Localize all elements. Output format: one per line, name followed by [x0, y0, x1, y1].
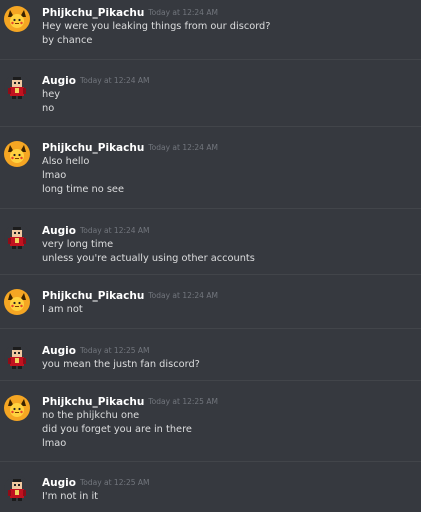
message-header: Augio Today at 12:25 AM: [42, 474, 150, 490]
chat-message-list: Phijkchu_Pikachu Today at 12:24 AM Hey wer…: [0, 0, 421, 512]
message-text: long time no see: [42, 184, 124, 195]
message-divider: [0, 380, 421, 381]
message-text: lmao: [42, 438, 67, 449]
pikachu-avatar-icon[interactable]: [4, 141, 30, 167]
augio-avatar-icon[interactable]: [4, 224, 30, 250]
message-text: no: [42, 103, 55, 114]
message-text: by chance: [42, 35, 93, 46]
message-divider: [0, 126, 421, 127]
message-divider: [0, 59, 421, 60]
timestamp: Today at 12:25 AM: [79, 346, 150, 355]
message-text: I'm not in it: [42, 491, 99, 502]
message-header: Phijkchu_Pikachu Today at 12:24 AM: [42, 139, 218, 155]
pikachu-avatar-icon[interactable]: [4, 6, 30, 32]
username[interactable]: Phijkchu_Pikachu: [42, 7, 144, 19]
timestamp: Today at 12:25 AM: [148, 397, 218, 406]
message-text: hey: [42, 89, 61, 100]
message-text: did you forget you are in there: [42, 424, 192, 435]
message-text: Also hello: [42, 156, 90, 167]
timestamp: Today at 12:24 AM: [148, 291, 218, 300]
timestamp: Today at 12:24 AM: [79, 76, 150, 85]
message-text: unless you're actually using other accou…: [42, 253, 255, 264]
message-header: Augio Today at 12:24 AM: [42, 72, 150, 88]
pikachu-avatar-icon[interactable]: [4, 289, 30, 315]
username[interactable]: Augio: [42, 345, 76, 357]
username[interactable]: Augio: [42, 477, 76, 489]
message-text: you mean the justn fan discord?: [42, 359, 200, 370]
timestamp: Today at 12:25 AM: [79, 478, 150, 487]
message-divider: [0, 208, 421, 209]
message-text: lmao: [42, 170, 67, 181]
message-divider: [0, 461, 421, 462]
message-header: Phijkchu_Pikachu Today at 12:24 AM: [42, 4, 218, 20]
username[interactable]: Phijkchu_Pikachu: [42, 290, 144, 302]
message-text: Hey were you leaking things from our dis…: [42, 21, 271, 32]
message-header: Phijkchu_Pikachu Today at 12:25 AM: [42, 393, 218, 409]
message-divider: [0, 328, 421, 329]
augio-avatar-icon[interactable]: [4, 476, 30, 502]
message-text: no the phijkchu one: [42, 410, 140, 421]
message-header: Augio Today at 12:24 AM: [42, 222, 150, 238]
timestamp: Today at 12:24 AM: [148, 8, 218, 17]
message-text: I am not: [42, 304, 83, 315]
timestamp: Today at 12:24 AM: [148, 143, 218, 152]
username[interactable]: Phijkchu_Pikachu: [42, 396, 144, 408]
message-header: Phijkchu_Pikachu Today at 12:24 AM: [42, 287, 218, 303]
username[interactable]: Augio: [42, 75, 76, 87]
username[interactable]: Augio: [42, 225, 76, 237]
message-text: very long time: [42, 239, 114, 250]
message-header: Augio Today at 12:25 AM: [42, 342, 150, 358]
message-divider: [0, 274, 421, 275]
username[interactable]: Phijkchu_Pikachu: [42, 142, 144, 154]
timestamp: Today at 12:24 AM: [79, 226, 150, 235]
augio-avatar-icon[interactable]: [4, 74, 30, 100]
augio-avatar-icon[interactable]: [4, 344, 30, 370]
pikachu-avatar-icon[interactable]: [4, 395, 30, 421]
